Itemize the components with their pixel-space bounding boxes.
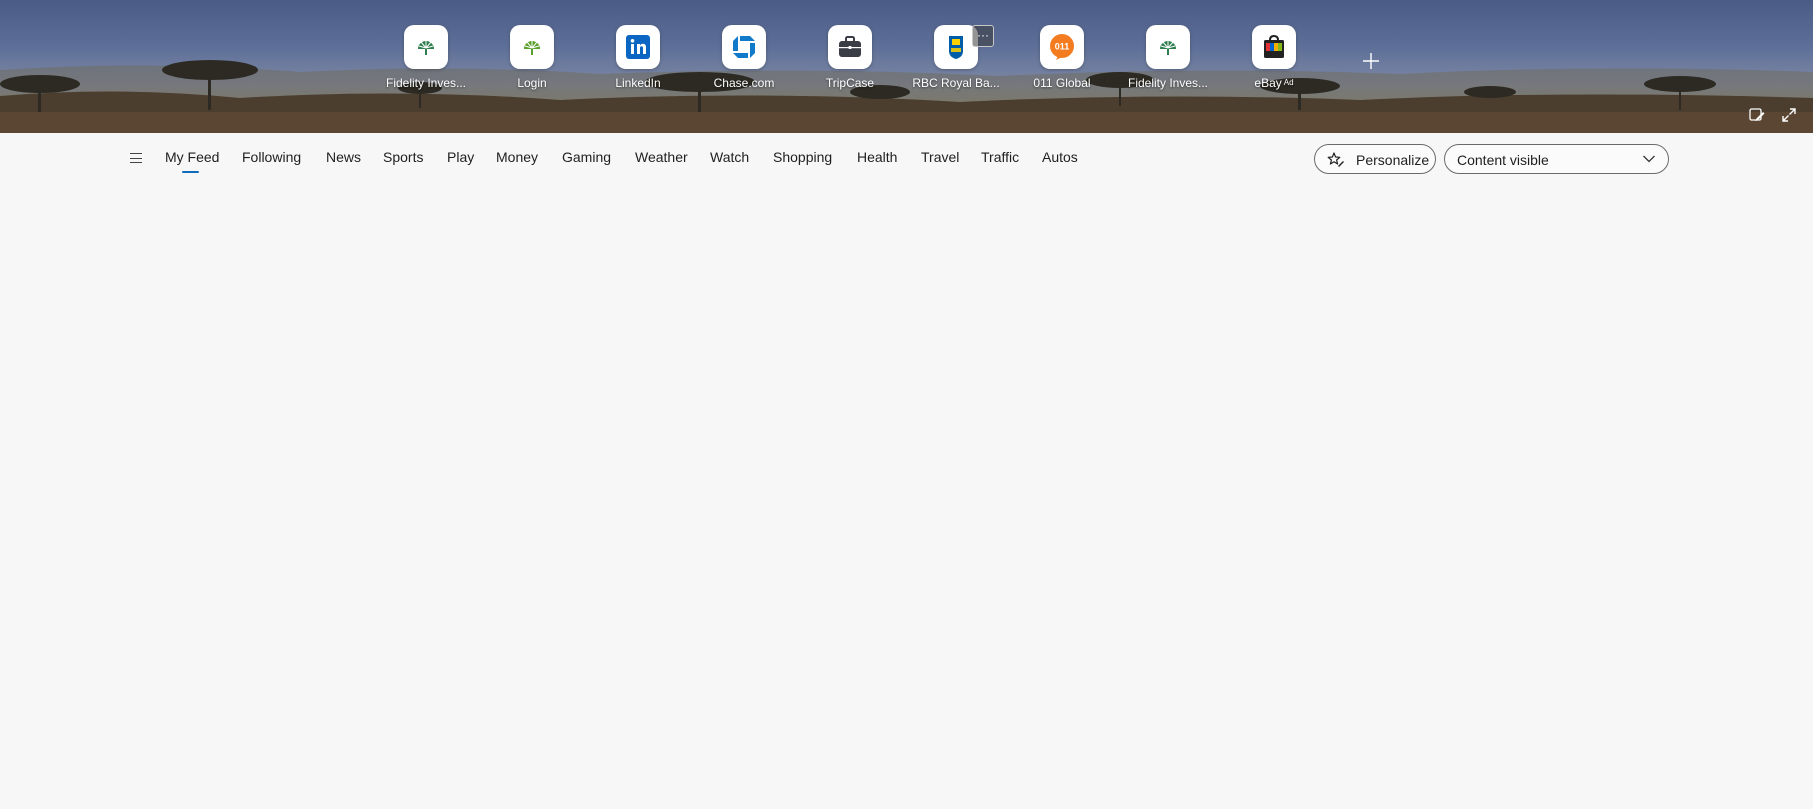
- hamburger-icon: [130, 157, 142, 159]
- shortcut-label: Chase.com: [713, 76, 775, 90]
- personalize-label: Personalize: [1356, 152, 1430, 168]
- hamburger-icon: [130, 153, 142, 155]
- shortcut-tile[interactable]: Chase.com: [691, 25, 797, 95]
- ad-badge: Ad: [1283, 78, 1294, 87]
- nav-tab-shopping[interactable]: Shopping: [773, 149, 832, 165]
- menu-button[interactable]: [128, 151, 144, 165]
- shortcut-tile[interactable]: LinkedIn: [585, 25, 691, 95]
- nav-tab-sports[interactable]: Sports: [383, 149, 423, 165]
- nav-tab-travel[interactable]: Travel: [921, 149, 959, 165]
- feed-nav-bar: My Feed Following News Sports Play Money…: [0, 133, 1813, 183]
- shortcut-label: 011 Global: [1033, 76, 1091, 90]
- background-hero: Fidelity Inves... Login LinkedIn Chase.c…: [0, 0, 1813, 133]
- chevron-down-icon: [1643, 155, 1655, 163]
- fidelity-icon: [1146, 25, 1190, 69]
- fidelity-icon: [510, 25, 554, 69]
- shortcut-label: TripCase: [825, 76, 875, 90]
- nav-tab-money[interactable]: Money: [496, 149, 538, 165]
- add-shortcut-button[interactable]: [1358, 48, 1384, 74]
- shortcut-label: Fidelity Inves...: [385, 76, 467, 90]
- chase-icon: [722, 25, 766, 69]
- fidelity-icon: [404, 25, 448, 69]
- shortcut-tile[interactable]: Fidelity Inves...: [1115, 25, 1221, 95]
- nav-tab-health[interactable]: Health: [857, 149, 897, 165]
- global-011-icon: 011: [1040, 25, 1084, 69]
- shortcut-label: RBC Royal Ba...: [912, 76, 1000, 90]
- nav-tab-my-feed[interactable]: My Feed: [165, 149, 219, 165]
- shortcut-label: eBay Ad: [1221, 76, 1327, 90]
- nav-tab-following[interactable]: Following: [242, 149, 301, 165]
- active-tab-indicator: [182, 171, 199, 173]
- shortcut-tile[interactable]: Login: [479, 25, 585, 95]
- shortcut-tile[interactable]: eBay Ad: [1221, 25, 1327, 95]
- personalize-button[interactable]: Personalize: [1314, 144, 1436, 174]
- plus-icon: [1363, 53, 1379, 69]
- shortcut-label: LinkedIn: [615, 76, 661, 90]
- shortcut-tile[interactable]: TripCase: [797, 25, 903, 95]
- nav-tab-autos[interactable]: Autos: [1042, 149, 1078, 165]
- shortcut-more-options-button[interactable]: ···: [972, 25, 994, 47]
- sparkle-pen-icon: [1327, 152, 1344, 167]
- nav-tab-weather[interactable]: Weather: [635, 149, 688, 165]
- ebay-icon: [1252, 25, 1296, 69]
- content-visibility-value: Content visible: [1457, 152, 1549, 168]
- shortcut-label: Fidelity Inves...: [1127, 76, 1209, 90]
- nav-tab-play[interactable]: Play: [447, 149, 474, 165]
- expand-icon: [1782, 108, 1796, 122]
- nav-tab-traffic[interactable]: Traffic: [981, 149, 1019, 165]
- shortcut-label-text: eBay: [1254, 76, 1282, 90]
- nav-tab-news[interactable]: News: [326, 149, 361, 165]
- expand-button[interactable]: [1780, 106, 1798, 124]
- svg-text:011: 011: [1055, 42, 1070, 52]
- edit-background-button[interactable]: [1748, 106, 1766, 124]
- shortcut-label: Login: [517, 76, 547, 90]
- hamburger-icon: [130, 162, 142, 164]
- content-visibility-dropdown[interactable]: Content visible: [1444, 144, 1669, 174]
- briefcase-icon: [828, 25, 872, 69]
- linkedin-icon: [616, 25, 660, 69]
- nav-tab-gaming[interactable]: Gaming: [562, 149, 611, 165]
- shortcut-tile[interactable]: Fidelity Inves...: [373, 25, 479, 95]
- nav-tab-watch[interactable]: Watch: [710, 149, 749, 165]
- shortcut-tile[interactable]: 011 011 Global: [1009, 25, 1115, 95]
- edit-image-icon: [1749, 108, 1765, 121]
